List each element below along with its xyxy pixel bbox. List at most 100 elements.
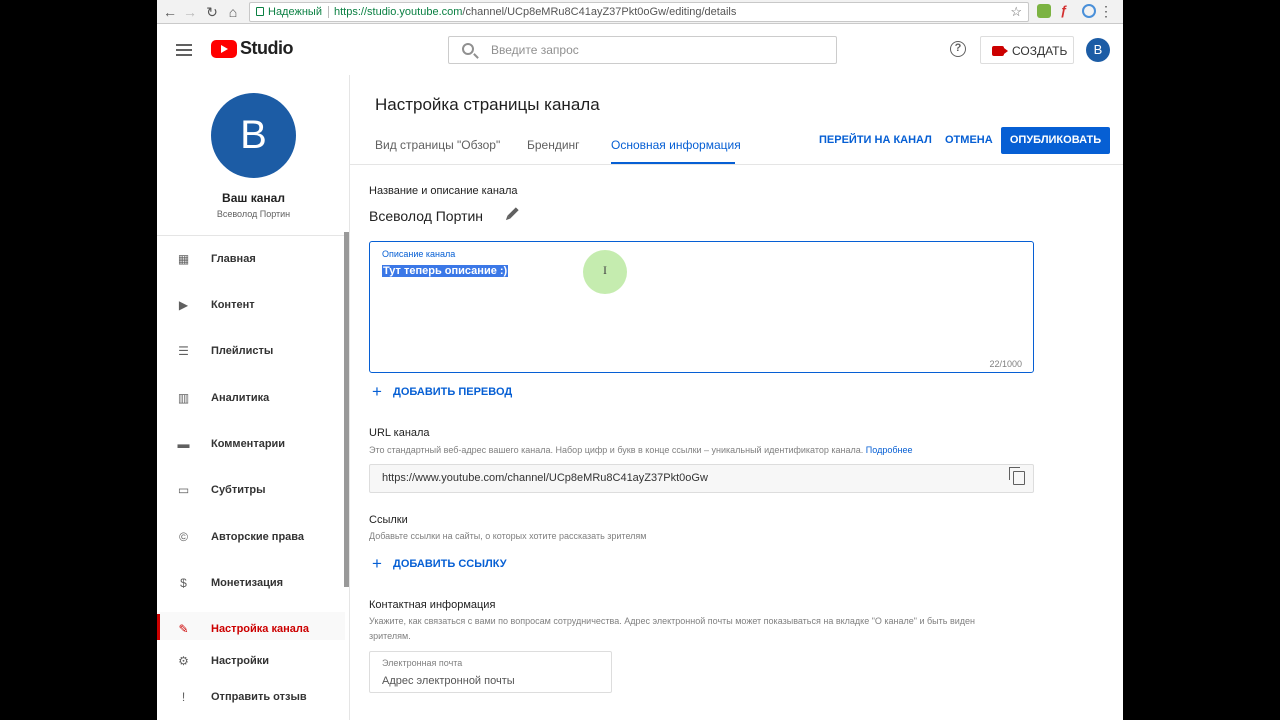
feedback-icon: ! bbox=[181, 690, 186, 704]
sidebar-item-settings[interactable]: ⚙ Настройки bbox=[157, 644, 345, 680]
tabs-divider bbox=[350, 164, 1123, 165]
secure-label: Надежный bbox=[268, 6, 322, 18]
cancel-button[interactable]: ОТМЕНА bbox=[945, 134, 993, 146]
create-button[interactable]: СОЗДАТЬ bbox=[980, 36, 1074, 64]
description-label: Описание канала bbox=[382, 249, 456, 259]
tab-basic-info[interactable]: Основная информация bbox=[611, 138, 741, 152]
url-text: https://studio.youtube.com/channel/UCp8e… bbox=[334, 3, 736, 21]
learn-more-link[interactable]: Подробнее bbox=[866, 445, 913, 455]
sidebar-item-label: Отправить отзыв bbox=[211, 691, 307, 703]
video-library-icon: ▶ bbox=[178, 298, 189, 312]
magic-wand-icon: ✎ bbox=[178, 622, 189, 636]
search-input[interactable] bbox=[491, 41, 821, 59]
pencil-edit-icon[interactable] bbox=[507, 207, 519, 219]
search-box[interactable] bbox=[448, 36, 837, 64]
name-section-label: Название и описание канала bbox=[369, 185, 518, 197]
sidebar-footer: ⚙ Настройки ! Отправить отзыв bbox=[157, 640, 345, 720]
home-icon[interactable]: ⌂ bbox=[224, 3, 242, 21]
sidebar-item-playlists[interactable]: ☰ Плейлисты bbox=[157, 334, 345, 370]
channel-label: Ваш канал bbox=[222, 191, 285, 205]
plus-icon: + bbox=[372, 382, 382, 401]
account-avatar[interactable]: B bbox=[1086, 38, 1110, 62]
contact-section-label: Контактная информация bbox=[369, 599, 496, 611]
sidebar-item-comments[interactable]: ▬ Комментарии bbox=[157, 427, 345, 463]
address-separator bbox=[328, 6, 329, 18]
studio-logo-text[interactable]: Studio bbox=[240, 38, 294, 59]
playlist-icon: ☰ bbox=[178, 344, 189, 358]
sidebar-item-feedback[interactable]: ! Отправить отзыв bbox=[157, 680, 345, 716]
sidebar-scrollbar[interactable] bbox=[344, 232, 349, 587]
email-label: Электронная почта bbox=[382, 658, 463, 668]
sidebar-divider bbox=[157, 235, 350, 236]
extension-sync-icon[interactable] bbox=[1082, 4, 1096, 18]
browser-toolbar: ← → ↻ ⌂ Надежный https://studio.youtube.… bbox=[157, 0, 1123, 24]
main-content: Настройка страницы канала Вид страницы "… bbox=[350, 75, 1123, 720]
plus-icon: + bbox=[372, 554, 382, 573]
reload-icon[interactable]: ↻ bbox=[203, 3, 221, 21]
create-button-label: СОЗДАТЬ bbox=[1012, 44, 1068, 58]
sidebar-item-analytics[interactable]: ▥ Аналитика bbox=[157, 381, 345, 417]
channel-avatar[interactable]: B bbox=[211, 93, 296, 178]
channel-name: Всеволод Портин bbox=[369, 208, 484, 224]
sidebar-item-label: Монетизация bbox=[211, 577, 284, 589]
sidebar-item-label: Авторские права bbox=[211, 531, 305, 543]
extension-flash-icon[interactable]: ƒ bbox=[1060, 4, 1074, 18]
bookmark-star-icon[interactable]: ☆ bbox=[1010, 3, 1022, 21]
sidebar-item-label: Настройка канала bbox=[211, 623, 309, 635]
url-path: /channel/UCp8eMRu8C41ayZ37Pkt0oGw/editin… bbox=[462, 6, 737, 18]
tab-branding[interactable]: Брендинг bbox=[527, 138, 580, 152]
sidebar-item-content[interactable]: ▶ Контент bbox=[157, 288, 345, 324]
video-camera-icon bbox=[992, 46, 1008, 56]
back-arrow-icon[interactable]: ← bbox=[161, 3, 179, 21]
mouse-cursor-highlight bbox=[583, 250, 627, 294]
character-counter: 22/1000 bbox=[989, 359, 1022, 369]
hamburger-menu-icon[interactable] bbox=[176, 44, 192, 56]
dollar-icon: $ bbox=[180, 576, 187, 590]
links-section-hint: Добавьте ссылки на сайты, о которых хоти… bbox=[369, 531, 647, 541]
lock-icon bbox=[256, 7, 264, 16]
channel-url-value[interactable]: https://www.youtube.com/channel/UCp8eMRu… bbox=[382, 472, 708, 484]
copy-icon[interactable] bbox=[1009, 467, 1025, 485]
url-section-hint: Это стандартный веб-адрес вашего канала.… bbox=[369, 443, 1029, 458]
channel-owner-name: Всеволод Портин bbox=[216, 209, 291, 219]
sidebar-item-label: Главная bbox=[211, 253, 256, 265]
browser-menu-icon[interactable]: ⋮ bbox=[1099, 3, 1113, 20]
sidebar-item-label: Субтитры bbox=[211, 484, 266, 496]
channel-url-field[interactable]: https://www.youtube.com/channel/UCp8eMRu… bbox=[369, 464, 1034, 493]
description-field[interactable]: Описание канала Тут теперь описание :) 2… bbox=[369, 241, 1034, 373]
sidebar-item-dashboard[interactable]: ▦ Главная bbox=[157, 242, 345, 278]
copyright-icon: © bbox=[179, 530, 188, 544]
sidebar-item-monetization[interactable]: $ Монетизация bbox=[157, 566, 345, 602]
extension-shield-icon[interactable] bbox=[1037, 4, 1051, 18]
sidebar-item-label: Плейлисты bbox=[211, 345, 274, 357]
sidebar: B Ваш канал Всеволод Портин ▦ Главная ▶ … bbox=[157, 75, 350, 720]
app-window: ← → ↻ ⌂ Надежный https://studio.youtube.… bbox=[157, 0, 1123, 720]
tab-layout[interactable]: Вид страницы "Обзор" bbox=[375, 138, 500, 152]
sidebar-item-label: Настройки bbox=[211, 655, 270, 667]
subtitles-icon: ▭ bbox=[177, 483, 190, 497]
sidebar-item-copyright[interactable]: © Авторские права bbox=[157, 520, 345, 556]
contact-section-hint: Укажите, как связаться с вами по вопроса… bbox=[369, 616, 975, 641]
address-bar[interactable]: Надежный https://studio.youtube.com/chan… bbox=[249, 2, 1029, 22]
sidebar-item-label: Комментарии bbox=[211, 438, 286, 450]
url-section-label: URL канала bbox=[369, 427, 430, 439]
email-field[interactable]: Электронная почта bbox=[369, 651, 612, 693]
go-to-channel-button[interactable]: ПЕРЕЙТИ НА КАНАЛ bbox=[819, 134, 932, 146]
sidebar-item-label: Аналитика bbox=[211, 392, 270, 404]
gear-icon: ⚙ bbox=[178, 654, 189, 668]
add-translation-label: ДОБАВИТЬ ПЕРЕВОД bbox=[393, 386, 513, 398]
url-hint-text: Это стандартный веб-адрес вашего канала.… bbox=[369, 445, 864, 455]
publish-button[interactable]: ОПУБЛИКОВАТЬ bbox=[1001, 127, 1110, 154]
youtube-logo-icon[interactable] bbox=[211, 40, 237, 58]
help-icon[interactable]: ? bbox=[950, 41, 966, 57]
url-host: https://studio.youtube.com bbox=[334, 6, 463, 18]
studio-header: Studio ? СОЗДАТЬ B bbox=[157, 24, 1123, 75]
links-section-label: Ссылки bbox=[369, 514, 408, 526]
email-input[interactable] bbox=[382, 673, 602, 689]
comment-icon: ▬ bbox=[177, 437, 190, 451]
sidebar-item-subtitles[interactable]: ▭ Субтитры bbox=[157, 473, 345, 509]
forward-arrow-icon[interactable]: → bbox=[181, 3, 199, 21]
description-value[interactable]: Тут теперь описание :) bbox=[382, 265, 509, 277]
page-title: Настройка страницы канала bbox=[375, 95, 600, 114]
add-link-label: ДОБАВИТЬ ССЫЛКУ bbox=[393, 558, 507, 570]
